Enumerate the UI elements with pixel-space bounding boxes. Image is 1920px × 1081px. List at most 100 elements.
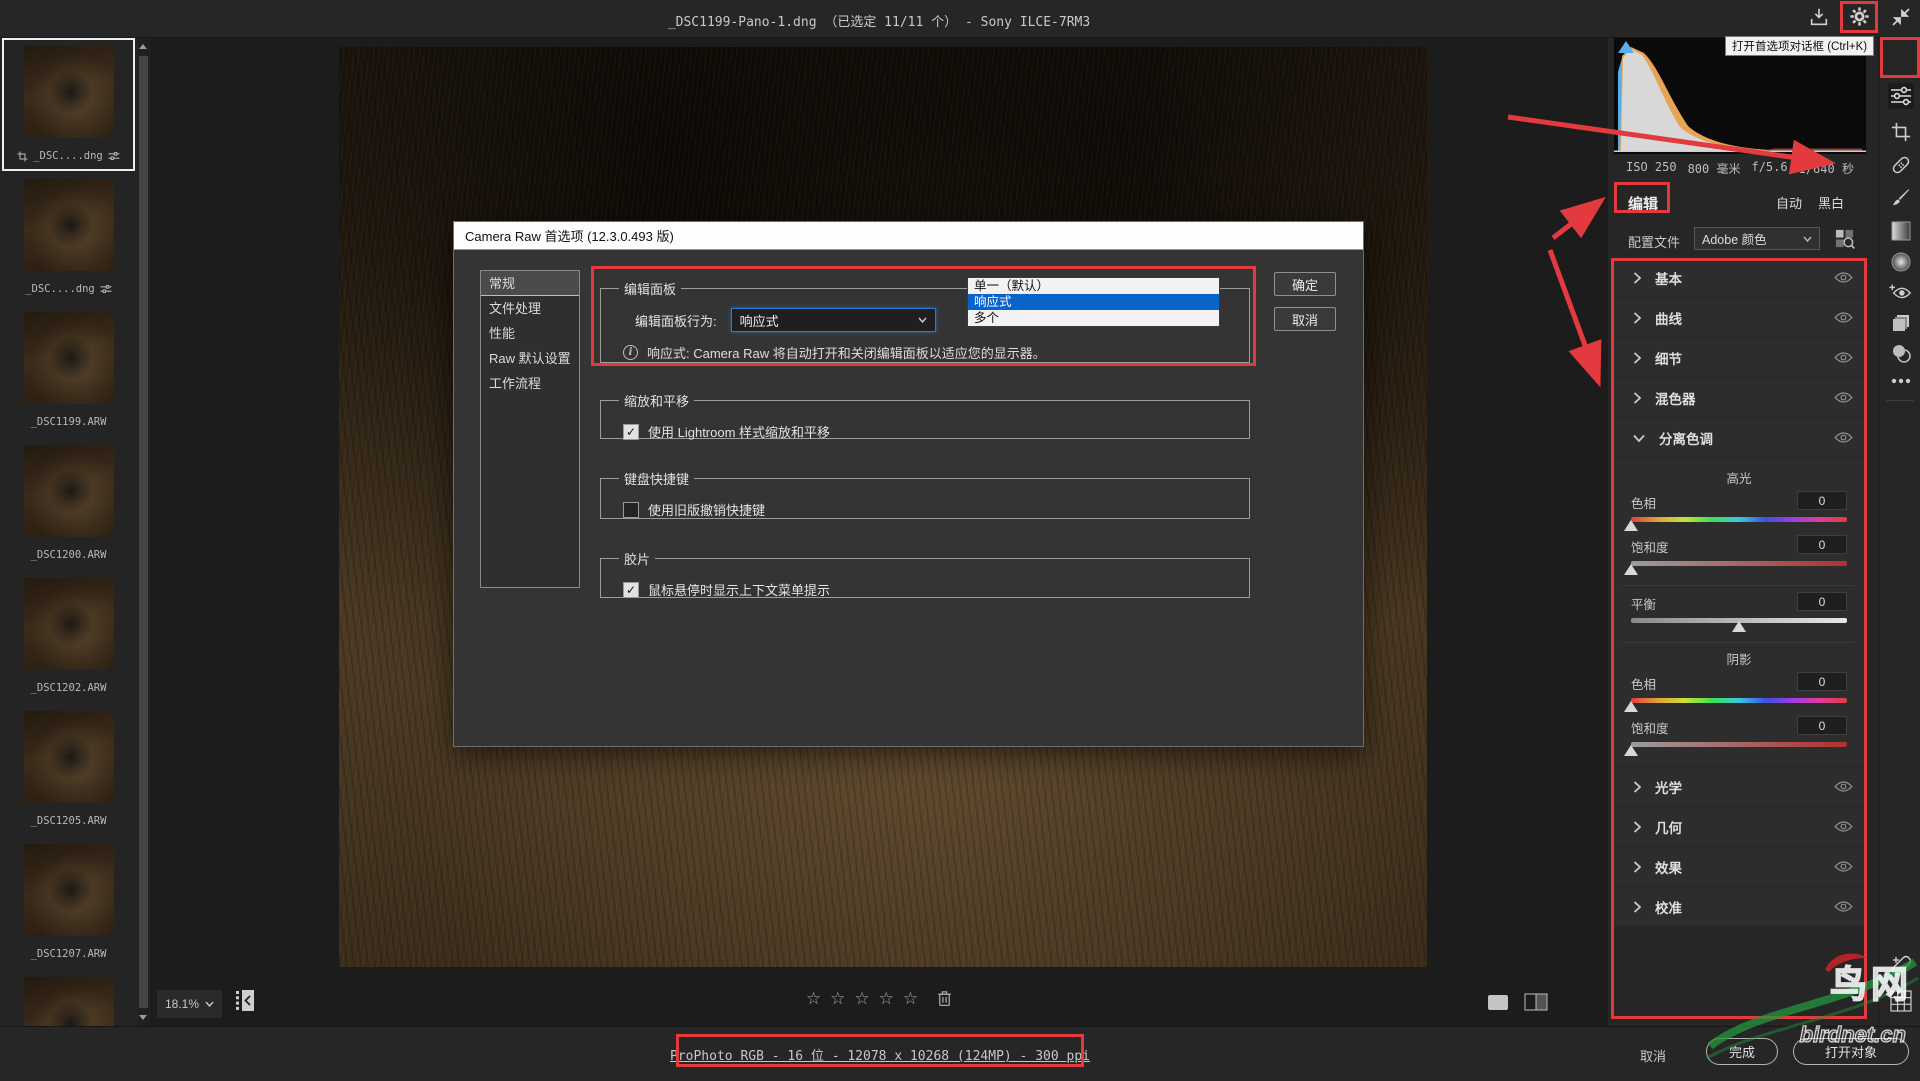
nav-item-workflow[interactable]: 工作流程	[481, 371, 579, 396]
sampler-tool-icon[interactable]	[1888, 953, 1914, 979]
done-button[interactable]: 完成	[1706, 1038, 1778, 1065]
preview-mode-icon[interactable]	[1488, 995, 1508, 1010]
section-label: 分离色调	[1659, 428, 1713, 448]
highlight-hue-slider[interactable]	[1631, 517, 1847, 527]
section-basic[interactable]: 基本	[1611, 258, 1867, 297]
section-calibration[interactable]: 校准	[1611, 887, 1867, 926]
eye-icon[interactable]	[1834, 351, 1853, 364]
dropdown-option-multiple[interactable]: 多个	[968, 310, 1219, 326]
panel-behavior-select[interactable]: 响应式	[731, 308, 936, 332]
legacy-undo-checkbox[interactable]	[623, 502, 639, 518]
section-color-mixer[interactable]: 混色器	[1611, 378, 1867, 417]
filmstrip-item[interactable]: _DSC1200.ARW	[2, 437, 135, 570]
crop-tool-icon[interactable]	[1888, 119, 1914, 145]
slider-thumb[interactable]	[1624, 745, 1638, 756]
scroll-up-icon[interactable]	[139, 44, 147, 49]
hue-value-input[interactable]: 0	[1797, 491, 1847, 510]
fullscreen-icon	[1891, 7, 1911, 32]
star-icon[interactable]: ☆	[854, 990, 869, 1007]
workflow-options-link[interactable]: ProPhoto RGB - 16 位 - 12078 x 10268 (124…	[560, 1045, 1200, 1064]
brush-tool-icon[interactable]	[1888, 185, 1914, 211]
snapshots-tool-icon[interactable]	[1888, 310, 1914, 336]
highlight-saturation-slider[interactable]	[1631, 561, 1847, 571]
section-geometry[interactable]: 几何	[1611, 807, 1867, 846]
dialog-title-bar[interactable]: Camera Raw 首选项 (12.3.0.493 版)	[454, 222, 1363, 250]
dropdown-option-single[interactable]: 单一（默认）	[968, 278, 1219, 294]
section-detail[interactable]: 细节	[1611, 338, 1867, 377]
balance-slider[interactable]	[1631, 618, 1847, 628]
healing-tool-icon[interactable]	[1888, 152, 1914, 178]
filmstrip-item[interactable]: _DSC....dng	[2, 38, 135, 171]
saturation-value-input[interactable]: 0	[1797, 535, 1847, 554]
scroll-down-icon[interactable]	[139, 1015, 147, 1020]
saturation-value-input[interactable]: 0	[1797, 716, 1847, 735]
cancel-button[interactable]: 取消	[1640, 1046, 1666, 1065]
filmstrip-item[interactable]: _DSC1207.ARW	[2, 836, 135, 969]
slider-thumb[interactable]	[1732, 621, 1746, 632]
delete-trash-icon[interactable]	[937, 990, 952, 1007]
hue-value-input[interactable]: 0	[1797, 672, 1847, 691]
edit-tool-button[interactable]	[1888, 83, 1914, 109]
balance-value-input[interactable]: 0	[1797, 592, 1847, 611]
filmstrip-item[interactable]: _DSC1199.ARW	[2, 304, 135, 437]
dialog-cancel-button[interactable]: 取消	[1274, 307, 1336, 331]
fullscreen-toggle-button[interactable]	[1888, 7, 1914, 31]
eye-icon[interactable]	[1834, 391, 1853, 404]
eye-icon[interactable]	[1834, 431, 1853, 444]
scrollbar-thumb[interactable]	[139, 56, 148, 1008]
linear-gradient-tool-icon[interactable]	[1888, 218, 1914, 244]
red-eye-tool-icon[interactable]	[1888, 279, 1914, 305]
filmstrip-scrollbar[interactable]	[138, 38, 149, 1026]
radial-gradient-tool-icon[interactable]	[1888, 249, 1914, 275]
gear-icon	[1848, 5, 1871, 33]
open-object-button[interactable]: 打开对象	[1793, 1038, 1909, 1065]
section-effects[interactable]: 效果	[1611, 847, 1867, 886]
presets-tool-icon[interactable]	[1888, 340, 1914, 366]
section-split-toning[interactable]: 分离色调	[1611, 418, 1867, 457]
shadow-hue-slider[interactable]	[1631, 698, 1847, 708]
slider-thumb[interactable]	[1624, 701, 1638, 712]
eye-icon[interactable]	[1834, 780, 1853, 793]
nav-item-file-handling[interactable]: 文件处理	[481, 296, 579, 321]
star-icon[interactable]: ☆	[830, 990, 845, 1007]
star-icon[interactable]: ☆	[879, 990, 894, 1007]
eye-icon[interactable]	[1834, 271, 1853, 284]
nav-item-performance[interactable]: 性能	[481, 321, 579, 346]
save-image-button[interactable]	[1806, 7, 1832, 31]
dropdown-option-responsive[interactable]: 响应式	[968, 294, 1219, 310]
section-curve[interactable]: 曲线	[1611, 298, 1867, 337]
filmstrip-item[interactable]: _DSC....dng	[2, 171, 135, 304]
ok-button[interactable]: 确定	[1274, 272, 1336, 296]
preferences-button[interactable]	[1846, 7, 1872, 31]
before-after-view-icon[interactable]	[1524, 993, 1548, 1011]
filmstrip-item[interactable]: _DSC1202.ARW	[2, 570, 135, 703]
section-label: 几何	[1655, 817, 1682, 837]
bw-button[interactable]: 黑白	[1818, 193, 1844, 212]
lightroom-zoom-checkbox[interactable]: ✓	[623, 424, 639, 440]
aperture-value: f/5.6	[1751, 160, 1787, 177]
auto-button[interactable]: 自动	[1776, 193, 1802, 212]
shadow-clipping-icon[interactable]	[1618, 41, 1634, 53]
eye-icon[interactable]	[1834, 311, 1853, 324]
nav-item-raw-defaults[interactable]: Raw 默认设置	[481, 346, 579, 371]
section-optics[interactable]: 光学	[1611, 767, 1867, 806]
shadow-saturation-slider[interactable]	[1631, 742, 1847, 752]
behavior-dropdown-popup: 单一（默认） 响应式 多个	[967, 277, 1220, 327]
camera-raw-app: _DSC1199-Pano-1.dng （已选定 11/11 个） - Sony…	[0, 0, 1920, 1081]
hover-tips-checkbox[interactable]: ✓	[623, 582, 639, 598]
nav-item-general[interactable]: 常规	[481, 271, 579, 296]
eye-icon[interactable]	[1834, 860, 1853, 873]
eye-icon[interactable]	[1834, 820, 1853, 833]
browse-profiles-icon[interactable]	[1834, 228, 1855, 249]
profile-select[interactable]: Adobe 颜色	[1694, 227, 1820, 250]
grid-overlay-icon[interactable]	[1888, 988, 1914, 1014]
slider-thumb[interactable]	[1624, 520, 1638, 531]
star-icon[interactable]: ☆	[903, 990, 918, 1007]
tool-bar	[1878, 38, 1920, 1026]
more-tools-icon[interactable]	[1888, 368, 1914, 394]
adjustments-badge-icon	[100, 284, 112, 294]
eye-icon[interactable]	[1834, 900, 1853, 913]
star-icon[interactable]: ☆	[806, 990, 821, 1007]
slider-thumb[interactable]	[1624, 564, 1638, 575]
filmstrip-item[interactable]: _DSC1205.ARW	[2, 703, 135, 836]
